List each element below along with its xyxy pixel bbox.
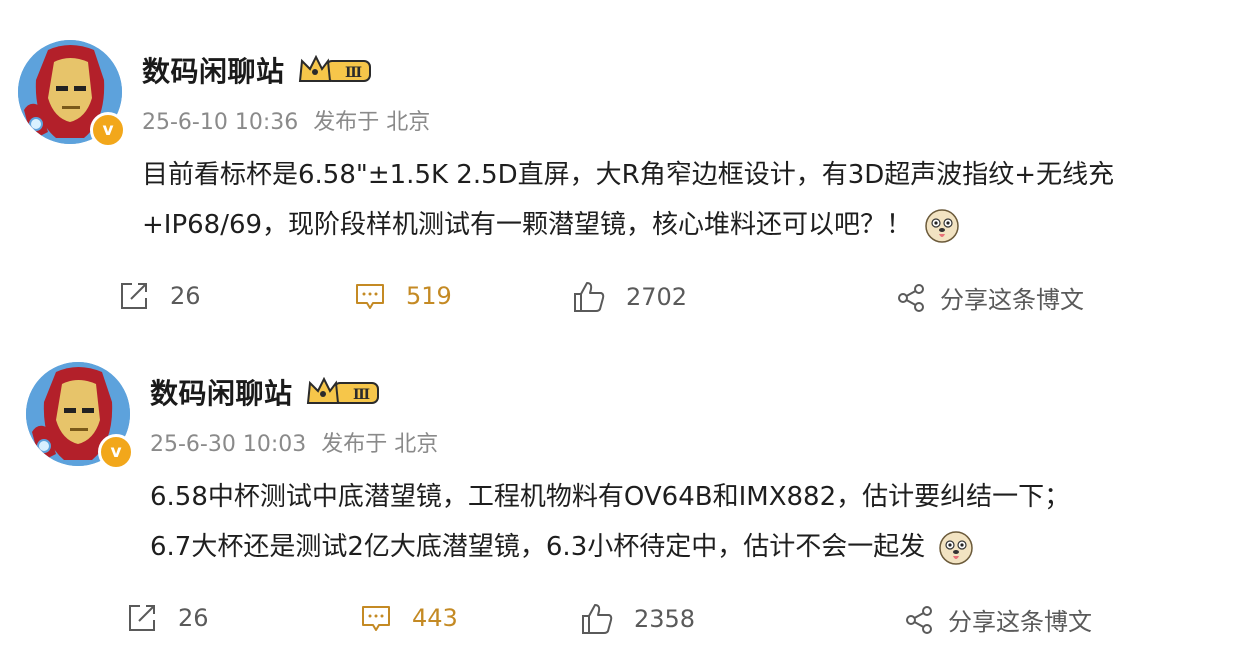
doge-emoji-icon [938, 530, 973, 565]
comment-icon [362, 606, 390, 631]
post-actions: 26 443 2358 分享这条博文 [0, 602, 1254, 642]
post-text-line: 6.7大杯还是测试2亿大底潜望镜，6.3小杯待定中，估计不会一起发 [150, 522, 1070, 572]
repost-button[interactable]: 26 [126, 602, 209, 634]
weibo-post-2: v 数码闲聊站 Ⅲ 25-6-30 10:03 发布于 北京 6.58中杯测试中… [0, 0, 1254, 666]
repost-count: 26 [178, 604, 209, 632]
like-count: 2358 [634, 605, 696, 633]
comment-button[interactable]: 443 [360, 602, 458, 634]
post-text-line: 6.58中杯测试中底潜望镜，工程机物料有OV64B和IMX882，估计要纠结一下… [150, 482, 1071, 512]
post-meta: 25-6-30 10:03 发布于 北京 [150, 426, 446, 458]
share-button[interactable]: 分享这条博文 [904, 602, 1092, 637]
share-label: 分享这条博文 [948, 608, 1092, 636]
like-icon [582, 604, 613, 634]
share-icon [906, 605, 932, 634]
crown-icon[interactable]: Ⅲ [306, 377, 382, 407]
post-text: 6.58中杯测试中底潜望镜，工程机物料有OV64B和IMX882，估计要纠结一下… [150, 472, 1070, 572]
comment-count: 443 [412, 604, 458, 632]
author-avatar[interactable]: v [26, 362, 134, 470]
verified-icon: v [98, 434, 134, 470]
svg-text:Ⅲ: Ⅲ [353, 387, 370, 403]
like-button[interactable]: 2358 [580, 602, 695, 636]
repost-icon [129, 605, 155, 631]
post-time[interactable]: 25-6-30 10:03 [150, 432, 306, 457]
author-name[interactable]: 数码闲聊站 [150, 372, 293, 412]
post-source: 发布于 北京 [321, 432, 439, 457]
